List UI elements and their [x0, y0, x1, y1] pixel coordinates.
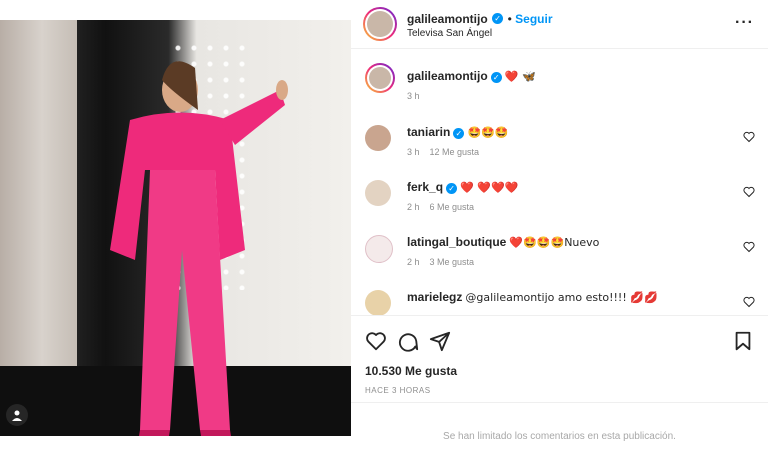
- send-icon[interactable]: [429, 330, 451, 352]
- author-username[interactable]: galileamontijo: [407, 12, 488, 26]
- comment-icon[interactable]: [397, 330, 419, 352]
- more-options-icon[interactable]: ···: [735, 14, 754, 32]
- comment-avatar[interactable]: [365, 125, 391, 151]
- comment-avatar[interactable]: [365, 180, 391, 206]
- like-comment-icon[interactable]: [743, 296, 755, 308]
- verified-icon: ✓: [453, 127, 465, 139]
- comments-list[interactable]: galileamontijo ✓ ❤️ 🦋 3 h taniarin ✓ 🤩🤩🤩…: [351, 49, 768, 316]
- post-location[interactable]: Televisa San Ángel: [407, 28, 492, 39]
- post-actions: [351, 318, 768, 362]
- author-avatar[interactable]: [363, 7, 397, 41]
- tagged-user-icon[interactable]: [6, 404, 28, 426]
- comment-text: 🤩🤩🤩: [467, 126, 509, 139]
- comments-limited-notice: Se han limitado los comentarios en esta …: [351, 402, 768, 457]
- author-line: galileamontijo ✓ • Seguir: [407, 12, 553, 26]
- comment-username[interactable]: taniarin: [407, 125, 450, 139]
- comment-text: ❤️ ❤️❤️❤️: [460, 181, 519, 194]
- comment-username[interactable]: ferk_q: [407, 180, 443, 194]
- like-comment-icon[interactable]: [743, 131, 755, 143]
- comment-likes[interactable]: 3 Me gusta: [430, 257, 475, 267]
- comment-row: latingal_boutique ❤️🤩🤩🤩Nuevo 2 h3 Me gus…: [365, 233, 755, 277]
- comment-row: marielegz @galileamontijo amo esto!!!! 💋…: [365, 288, 755, 315]
- like-comment-icon[interactable]: [743, 186, 755, 198]
- comment-avatar[interactable]: [365, 290, 391, 315]
- comment-text: ❤️🤩🤩🤩Nuevo: [509, 236, 600, 249]
- post-photo[interactable]: [0, 20, 351, 436]
- post-header: galileamontijo ✓ • Seguir Televisa San Á…: [351, 0, 768, 49]
- comment-row: ferk_q ✓ ❤️ ❤️❤️❤️ 2 h6 Me gusta: [365, 178, 755, 222]
- comments-limited-text: Se han limitado los comentarios en esta …: [443, 431, 676, 442]
- bookmark-icon[interactable]: [732, 330, 754, 352]
- comment-text: @galileamontijo amo esto!!!! 💋💋: [465, 291, 658, 304]
- comment-meta: 2 h3 Me gusta: [407, 257, 475, 267]
- comment-username[interactable]: latingal_boutique: [407, 235, 506, 249]
- heart-icon[interactable]: [365, 330, 387, 352]
- caption-row: galileamontijo ✓ ❤️ 🦋 3 h: [365, 63, 755, 103]
- woman-in-pink-outfit: [110, 61, 288, 436]
- caption-avatar[interactable]: [365, 63, 395, 93]
- like-comment-icon[interactable]: [743, 241, 755, 253]
- comment-likes[interactable]: 12 Me gusta: [430, 147, 480, 157]
- post-timestamp: HACE 3 HORAS: [365, 386, 431, 395]
- post-sidebar: galileamontijo ✓ • Seguir Televisa San Á…: [351, 0, 768, 456]
- comment-likes[interactable]: 6 Me gusta: [430, 202, 475, 212]
- caption-username[interactable]: galileamontijo: [407, 69, 488, 83]
- caption-text: ❤️ 🦋: [504, 70, 536, 83]
- comment-row: taniarin ✓ 🤩🤩🤩 3 h 12 Me gusta: [365, 123, 755, 167]
- verified-icon: ✓: [490, 71, 502, 83]
- verified-icon: ✓: [492, 13, 504, 25]
- follow-button[interactable]: Seguir: [515, 12, 552, 26]
- caption-meta: 3 h: [407, 91, 420, 101]
- comment-avatar[interactable]: [365, 235, 393, 263]
- comment-username[interactable]: marielegz: [407, 290, 462, 304]
- likes-count[interactable]: 10.530 Me gusta: [365, 364, 457, 378]
- comment-meta: 2 h6 Me gusta: [407, 202, 475, 212]
- verified-icon: ✓: [446, 182, 458, 194]
- comment-meta: 3 h 12 Me gusta: [407, 147, 480, 157]
